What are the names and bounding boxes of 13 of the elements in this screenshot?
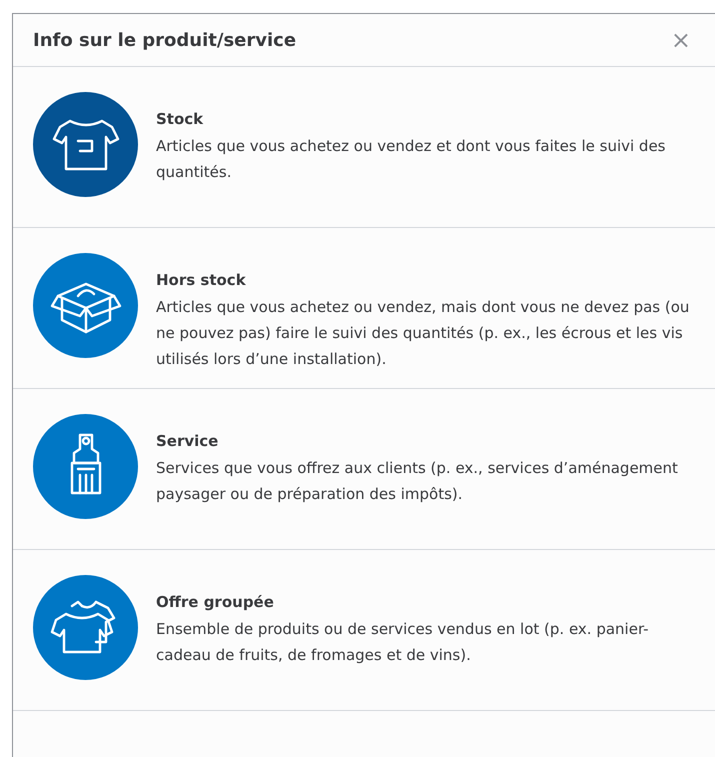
product-type-option[interactable]: Hors stock Articles que vous achetez ou vendez, mais dont vous ne devez pas (ou ne pouvez pas) faire le suivi des quantités (p. ex., les écrous et les vis utilisés lors d’une installation). (33, 253, 701, 372)
option-title: Service (156, 432, 220, 450)
option-title: Hors stock (156, 271, 247, 289)
option-description: Articles que vous achetez ou vendez, mais dont vous ne devez pas (ou ne pouvez pas) faire le suivi des quantités (p. ex., les écrous et les vis utilisés lors d’une installation). (156, 297, 690, 370)
product-type-option[interactable]: Service Services que vous offrez aux clients (p. ex., services d’aménagement paysager ou de préparation des impôts). (33, 414, 701, 519)
product-type-option[interactable]: Stock Articles que vous achetez ou vendez et dont vous faites le suivi des quantités. (33, 92, 701, 197)
option-description: Services que vous offrez aux clients (p. ex., services d’aménagement paysager ou de préparation des impôts). (156, 458, 679, 505)
option-description: Articles que vous achetez ou vendez et dont vous faites le suivi des quantités. (156, 136, 666, 183)
option-title: Offre groupée (156, 593, 275, 611)
option-description: Ensemble de produits ou de services vendus en lot (p. ex. panier-cadeau de fruits, de fromages et de vins). (156, 619, 650, 666)
option-title: Stock (156, 110, 204, 128)
dialog-title: Info sur le produit/service (33, 30, 296, 50)
product-type-option[interactable]: Offre groupée Ensemble de produits ou de services vendus en lot (p. ex. panier-cadeau de fruits, de fromages et de vins). (33, 575, 701, 680)
